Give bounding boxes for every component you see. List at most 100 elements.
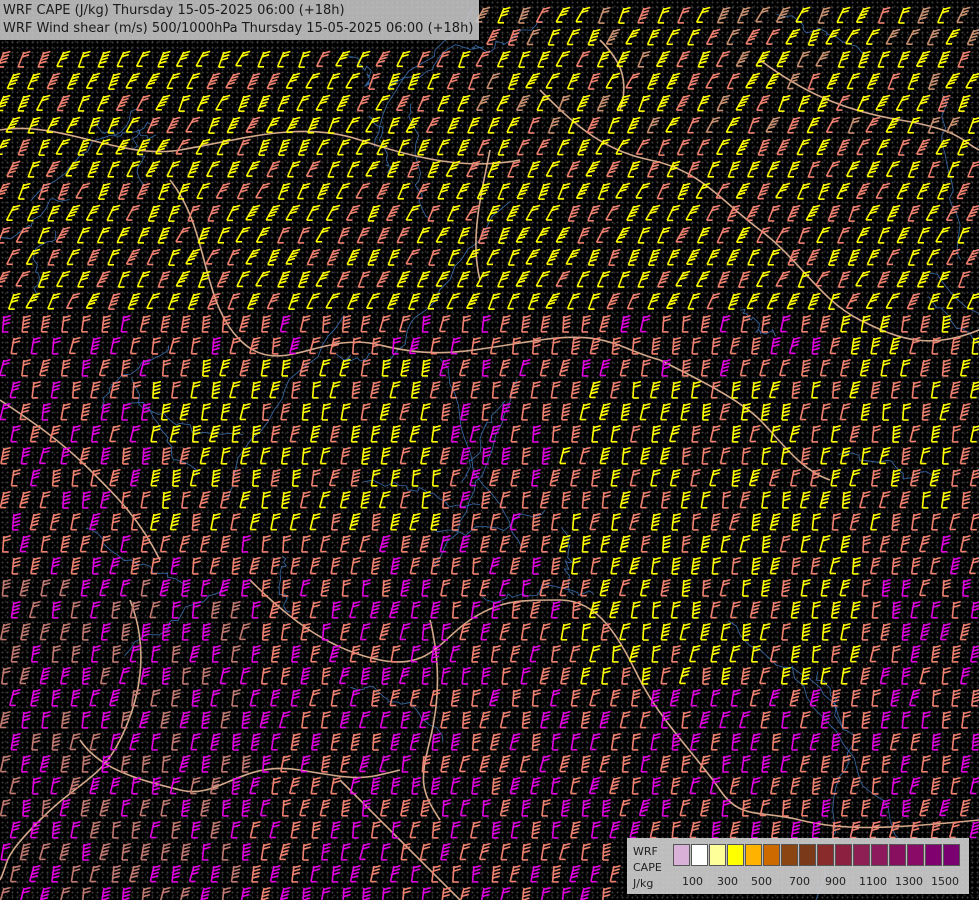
- wind-barb: [859, 358, 871, 377]
- wind-barb: [365, 292, 381, 309]
- wind-barb: [879, 534, 891, 553]
- wind-barb: [791, 556, 802, 575]
- wind-barb: [776, 50, 791, 68]
- wind-barb: [329, 336, 341, 355]
- wind-barb: [937, 6, 951, 24]
- wind-barb: [390, 556, 401, 575]
- wind-barb: [559, 710, 571, 729]
- wind-barb: [759, 622, 771, 641]
- wind-barb: [550, 776, 561, 795]
- wind-barb: [788, 336, 801, 355]
- wind-barb: [862, 534, 872, 553]
- wind-barb: [479, 710, 491, 729]
- wind-barb: [907, 160, 921, 178]
- wind-barb: [150, 644, 162, 663]
- wind-barb: [390, 732, 401, 751]
- wind-barb: [617, 270, 631, 288]
- wind-barb: [469, 820, 481, 839]
- wind-barb: [97, 182, 111, 200]
- wind-barb: [520, 622, 531, 641]
- wind-barb: [371, 688, 382, 707]
- wind-barb: [540, 842, 551, 861]
- wind-barb: [626, 204, 641, 222]
- wind-barb: [761, 490, 772, 509]
- wind-barb: [325, 204, 341, 221]
- wind-barb: [897, 50, 911, 68]
- wind-barb: [140, 490, 151, 509]
- wind-barb: [127, 292, 141, 310]
- wind-barb: [911, 380, 922, 399]
- wind-barb: [908, 688, 921, 707]
- legend-tick-1100: 1100: [859, 875, 887, 888]
- wind-barb: [660, 402, 671, 421]
- wind-barb: [359, 534, 371, 553]
- wind-barb: [639, 402, 651, 421]
- wind-barb: [147, 204, 161, 222]
- wind-barb: [509, 732, 521, 751]
- wind-barb: [706, 292, 721, 310]
- wind-barb: [371, 512, 382, 531]
- wind-barb: [920, 754, 932, 773]
- wind-barb: [721, 666, 732, 685]
- wind-barb: [117, 270, 131, 288]
- wind-barb: [690, 688, 701, 707]
- wind-barb: [85, 204, 101, 221]
- wind-barb: [75, 182, 91, 199]
- wind-barb: [245, 248, 261, 265]
- wind-barb: [550, 644, 562, 663]
- wind-barb: [887, 72, 901, 90]
- wind-barb: [789, 468, 801, 487]
- wind-barb: [310, 864, 321, 883]
- wind-barb: [719, 446, 731, 465]
- wind-barb: [870, 380, 881, 399]
- wind-barb: [166, 72, 181, 90]
- wind-barb: [580, 754, 592, 773]
- wind-barb: [820, 710, 831, 729]
- wind-barb: [967, 117, 979, 134]
- wind-barb: [871, 688, 882, 707]
- wind-barb: [755, 50, 771, 67]
- wind-barb: [405, 204, 421, 221]
- wind-barb: [657, 6, 671, 24]
- wind-barb: [305, 204, 321, 221]
- wind-barb: [379, 622, 391, 641]
- wind-barb: [19, 534, 31, 553]
- wind-barb: [246, 292, 261, 310]
- wind-barb: [670, 600, 682, 619]
- wind-barb: [201, 314, 212, 333]
- wind-barb: [355, 138, 371, 155]
- wind-barb: [591, 424, 602, 443]
- wind-barb: [349, 688, 361, 707]
- wind-barb: [450, 556, 462, 575]
- wind-barb: [745, 28, 761, 45]
- wind-barb: [0, 50, 11, 68]
- wind-barb: [877, 226, 891, 244]
- wind-barb: [700, 314, 711, 333]
- wind-barb: [971, 733, 979, 751]
- wind-barb: [830, 468, 841, 487]
- wind-barb: [149, 512, 161, 531]
- wind-barb: [459, 534, 471, 553]
- wind-barb: [546, 248, 561, 266]
- wind-barb: [797, 226, 811, 244]
- wind-barb: [581, 314, 592, 333]
- wind-barb: [841, 710, 852, 729]
- wind-barb: [249, 776, 261, 795]
- wind-barb: [249, 512, 261, 531]
- wind-barb: [840, 666, 851, 685]
- wind-barb: [681, 754, 692, 773]
- wind-barb: [89, 776, 101, 795]
- wind-barb: [346, 160, 361, 178]
- wind-barb: [379, 710, 391, 729]
- wind-barb: [296, 94, 311, 112]
- wind-barb: [157, 50, 171, 68]
- wind-barb: [400, 578, 411, 597]
- wind-barb: [890, 688, 901, 707]
- wind-barb: [586, 116, 601, 134]
- wind-barb: [626, 292, 641, 310]
- wind-barb: [901, 710, 912, 729]
- wind-barb: [865, 204, 881, 221]
- wind-barb: [589, 688, 601, 707]
- wind-barb: [181, 798, 192, 817]
- wind-barb: [279, 314, 291, 333]
